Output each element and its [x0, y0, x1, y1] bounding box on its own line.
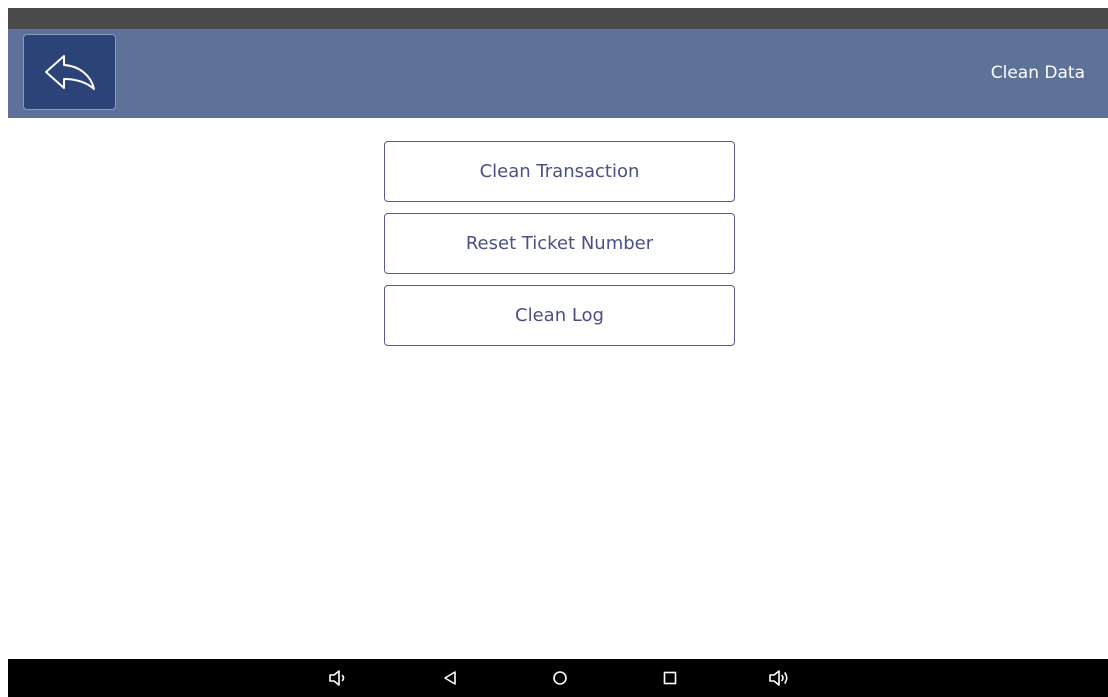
reset-ticket-number-button[interactable]: Reset Ticket Number: [384, 213, 735, 274]
clean-log-button[interactable]: Clean Log: [384, 285, 735, 346]
volume-up-icon: [768, 668, 792, 688]
action-list: Clean Transaction Reset Ticket Number Cl…: [384, 141, 735, 357]
back-arrow-icon: [42, 52, 98, 92]
home-circle-icon: [551, 669, 569, 687]
clean-transaction-button[interactable]: Clean Transaction: [384, 141, 735, 202]
left-gutter: [0, 0, 8, 697]
header-bar: Clean Data: [8, 29, 1108, 118]
back-button[interactable]: [23, 34, 116, 110]
nav-home-button[interactable]: [540, 659, 580, 697]
main-content: Clean Transaction Reset Ticket Number Cl…: [8, 118, 1108, 659]
volume-down-button[interactable]: [319, 659, 359, 697]
screen: Clean Data Clean Transaction Reset Ticke…: [0, 0, 1108, 697]
nav-back-button[interactable]: [430, 659, 470, 697]
navigation-bar: [8, 659, 1108, 697]
status-bar: [8, 8, 1108, 29]
page-title: Clean Data: [990, 63, 1085, 83]
recents-square-icon: [661, 669, 679, 687]
volume-up-button[interactable]: [760, 659, 800, 697]
back-triangle-icon: [441, 669, 459, 687]
volume-down-icon: [328, 668, 350, 688]
nav-recents-button[interactable]: [650, 659, 690, 697]
